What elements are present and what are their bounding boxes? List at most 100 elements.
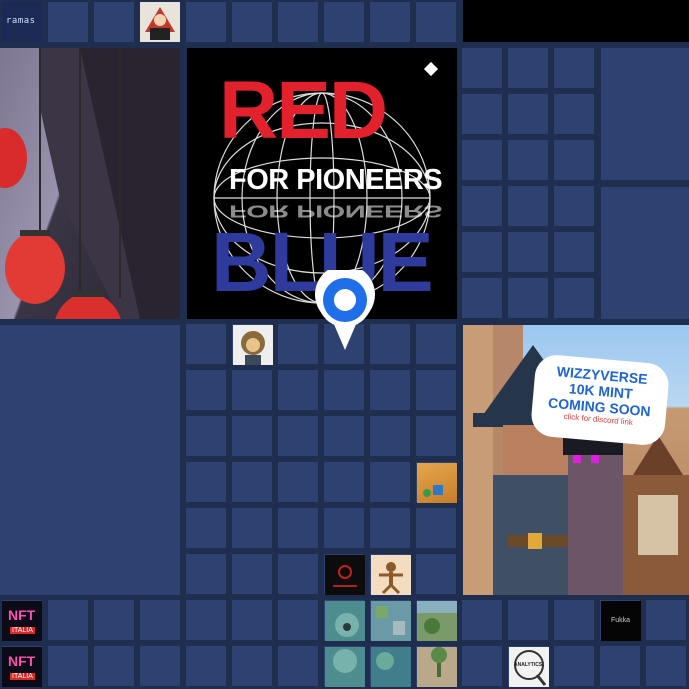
empty-grid-cell[interactable] [416,416,456,456]
empty-grid-block[interactable] [601,48,689,180]
empty-grid-cell[interactable] [554,48,594,88]
empty-grid-cell[interactable] [278,370,318,410]
empty-grid-cell[interactable] [232,370,272,410]
nft-italia-tile-1[interactable]: NFT ITALIA [2,601,42,641]
empty-grid-cell[interactable] [278,462,318,502]
empty-grid-cell[interactable] [324,370,364,410]
empty-grid-cell[interactable] [48,600,88,640]
empty-grid-cell[interactable] [186,370,226,410]
nft-italia-tile-2[interactable]: NFT ITALIA [2,647,42,687]
fukka-tile[interactable]: Fukka [601,601,641,641]
monkey-figure-tile[interactable] [371,555,411,595]
empty-grid-cell[interactable] [232,2,272,42]
aerial-photo-tile-2[interactable] [371,647,411,687]
lion-avatar-tile[interactable] [233,325,273,365]
empty-grid-cell[interactable] [508,186,548,226]
empty-grid-cell[interactable] [370,416,410,456]
empty-grid-cell[interactable] [232,600,272,640]
empty-grid-cell[interactable] [416,370,456,410]
empty-grid-cell[interactable] [554,186,594,226]
empty-grid-cell[interactable] [186,554,226,594]
empty-grid-cell[interactable] [278,600,318,640]
empty-grid-cell[interactable] [508,48,548,88]
empty-grid-cell[interactable] [554,600,594,640]
empty-grid-cell[interactable] [232,416,272,456]
lanterns-image-ad[interactable] [0,48,180,319]
empty-grid-cell[interactable] [186,646,226,686]
empty-grid-cell[interactable] [94,646,134,686]
empty-grid-cell[interactable] [278,508,318,548]
location-pin-marker[interactable] [313,264,377,352]
empty-grid-cell[interactable] [462,278,502,318]
anime-character-tile[interactable] [140,2,180,42]
wizzyverse-speech-bubble[interactable]: WIZZYVERSE 10K MINT COMING SOON click fo… [529,353,671,447]
empty-grid-cell[interactable] [462,600,502,640]
garden-photo-tile-1[interactable] [417,601,457,641]
dark-logo-tile[interactable] [325,555,365,595]
empty-grid-cell[interactable] [416,508,456,548]
empty-grid-cell[interactable] [554,232,594,272]
empty-grid-cell[interactable] [370,2,410,42]
empty-grid-cell[interactable] [646,646,686,686]
empty-grid-cell[interactable] [554,646,594,686]
empty-grid-cell[interactable] [554,94,594,134]
aerial-photo-tile-1[interactable] [371,601,411,641]
garden-photo-icon [431,647,447,677]
empty-grid-cell[interactable] [140,646,180,686]
empty-grid-cell[interactable] [416,324,456,364]
empty-grid-cell[interactable] [416,554,456,594]
empty-grid-cell[interactable] [508,232,548,272]
empty-grid-cell[interactable] [370,370,410,410]
empty-grid-cell[interactable] [94,2,134,42]
empty-grid-cell[interactable] [278,416,318,456]
empty-grid-cell[interactable] [324,416,364,456]
empty-grid-cell[interactable] [186,2,226,42]
empty-grid-cell[interactable] [508,600,548,640]
empty-grid-cell[interactable] [462,232,502,272]
empty-grid-cell[interactable] [278,2,318,42]
empty-grid-cell[interactable] [232,508,272,548]
empty-grid-cell[interactable] [462,646,502,686]
empty-grid-cell[interactable] [232,554,272,594]
empty-grid-cell[interactable] [370,508,410,548]
empty-grid-cell[interactable] [554,140,594,180]
empty-grid-cell[interactable] [646,600,686,640]
empty-grid-cell[interactable] [324,2,364,42]
empty-grid-cell[interactable] [416,2,456,42]
empty-grid-cell[interactable] [140,600,180,640]
empty-grid-cell[interactable] [508,140,548,180]
empty-grid-cell[interactable] [370,462,410,502]
empty-grid-cell[interactable] [186,324,226,364]
ramas-tile[interactable]: ramas [2,2,42,42]
empty-grid-cell[interactable] [462,186,502,226]
wizzyverse-ad[interactable]: WIZZYVERSE 10K MINT COMING SOON click fo… [463,325,689,595]
empty-grid-cell[interactable] [232,462,272,502]
empty-grid-cell[interactable] [48,2,88,42]
empty-grid-cell[interactable] [278,646,318,686]
empty-grid-cell[interactable] [508,94,548,134]
empty-grid-cell[interactable] [462,140,502,180]
analytics-tile[interactable]: ANALYTICS [509,647,549,687]
teddy-bear-tile-1[interactable] [325,601,365,641]
empty-grid-block[interactable] [601,187,689,319]
garden-photo-tile-2[interactable] [417,647,457,687]
empty-grid-cell[interactable] [48,646,88,686]
empty-grid-cell[interactable] [324,508,364,548]
empty-grid-cell[interactable] [462,94,502,134]
empty-grid-cell[interactable] [278,554,318,594]
empty-grid-cell[interactable] [94,600,134,640]
orange-landscape-tile[interactable] [417,463,457,503]
empty-grid-cell[interactable] [186,508,226,548]
empty-grid-cell[interactable] [324,462,364,502]
empty-grid-cell[interactable] [186,416,226,456]
empty-grid-cell[interactable] [462,48,502,88]
empty-grid-cell[interactable] [508,278,548,318]
empty-grid-cell[interactable] [600,646,640,686]
empty-grid-cell[interactable] [278,324,318,364]
empty-grid-cell[interactable] [186,462,226,502]
empty-grid-cell[interactable] [554,278,594,318]
empty-grid-block[interactable] [0,325,180,595]
empty-grid-cell[interactable] [232,646,272,686]
empty-grid-cell[interactable] [186,600,226,640]
teddy-bear-tile-2[interactable] [325,647,365,687]
